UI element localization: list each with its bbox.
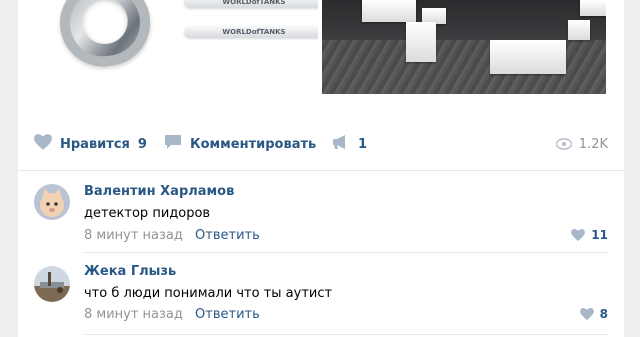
avatar[interactable] [34,184,70,220]
post-card: WORLDofTANKS WORLDofTANKS Нравится 9 Ком… [18,0,624,337]
display-box [362,0,416,22]
comment-author[interactable]: Валентин Харламов [84,184,234,199]
comment-item: Жека Глызь что б люди понимали что ты ау… [18,252,624,334]
share-count: 1 [358,136,368,152]
heart-icon [571,229,586,241]
eye-icon [555,138,572,150]
share-button[interactable]: 1 [332,128,367,160]
comment-label: Комментировать [190,136,317,152]
views-count: 1.2K [578,136,608,152]
like-count: 9 [137,136,147,152]
divider [84,334,608,335]
dog-tag-image-bottom: WORLDofTANKS [184,26,318,38]
like-label: Нравится [60,136,130,152]
comment-time[interactable]: 8 минут назад [84,307,183,322]
comment-text: что б люди понимали что ты аутист [84,286,333,301]
comment-like-count: 8 [599,307,608,321]
ring-image [54,0,156,72]
like-button[interactable]: Нравится 9 [34,128,147,160]
comment-author[interactable]: Жека Глызь [84,264,176,279]
comment-like-count: 11 [591,228,608,242]
comment-meta: 8 минут назад Ответить [84,228,260,243]
dog-tag-image-top: WORLDofTANKS [184,0,318,8]
heart-icon [579,308,594,320]
post-image-right[interactable] [322,0,606,94]
megaphone-icon [332,134,350,154]
comment-like-button[interactable]: 8 [579,307,608,321]
post-media: WORLDofTANKS WORLDofTANKS [18,0,624,96]
views-counter: 1.2K [555,128,608,160]
display-box [406,22,436,62]
heart-icon [34,134,52,154]
post-image-left[interactable]: WORLDofTANKS WORLDofTANKS [18,0,318,96]
comment-text: детектор пидоров [84,206,211,221]
comment-item: Валентин Харламов детектор пидоров 8 мин… [18,170,624,252]
avatar[interactable] [34,266,70,302]
display-box [490,40,566,74]
comment-meta: 8 минут назад Ответить [84,307,260,322]
reply-button[interactable]: Ответить [195,228,260,243]
post-actions: Нравится 9 Комментировать 1 1.2K [18,128,624,160]
comment-button[interactable]: Комментировать [164,128,316,160]
display-box [568,20,590,40]
display-box [580,0,606,16]
reply-button[interactable]: Ответить [195,307,260,322]
comment-time[interactable]: 8 минут назад [84,228,183,243]
comment-icon [164,134,182,154]
comment-like-button[interactable]: 11 [571,228,608,242]
